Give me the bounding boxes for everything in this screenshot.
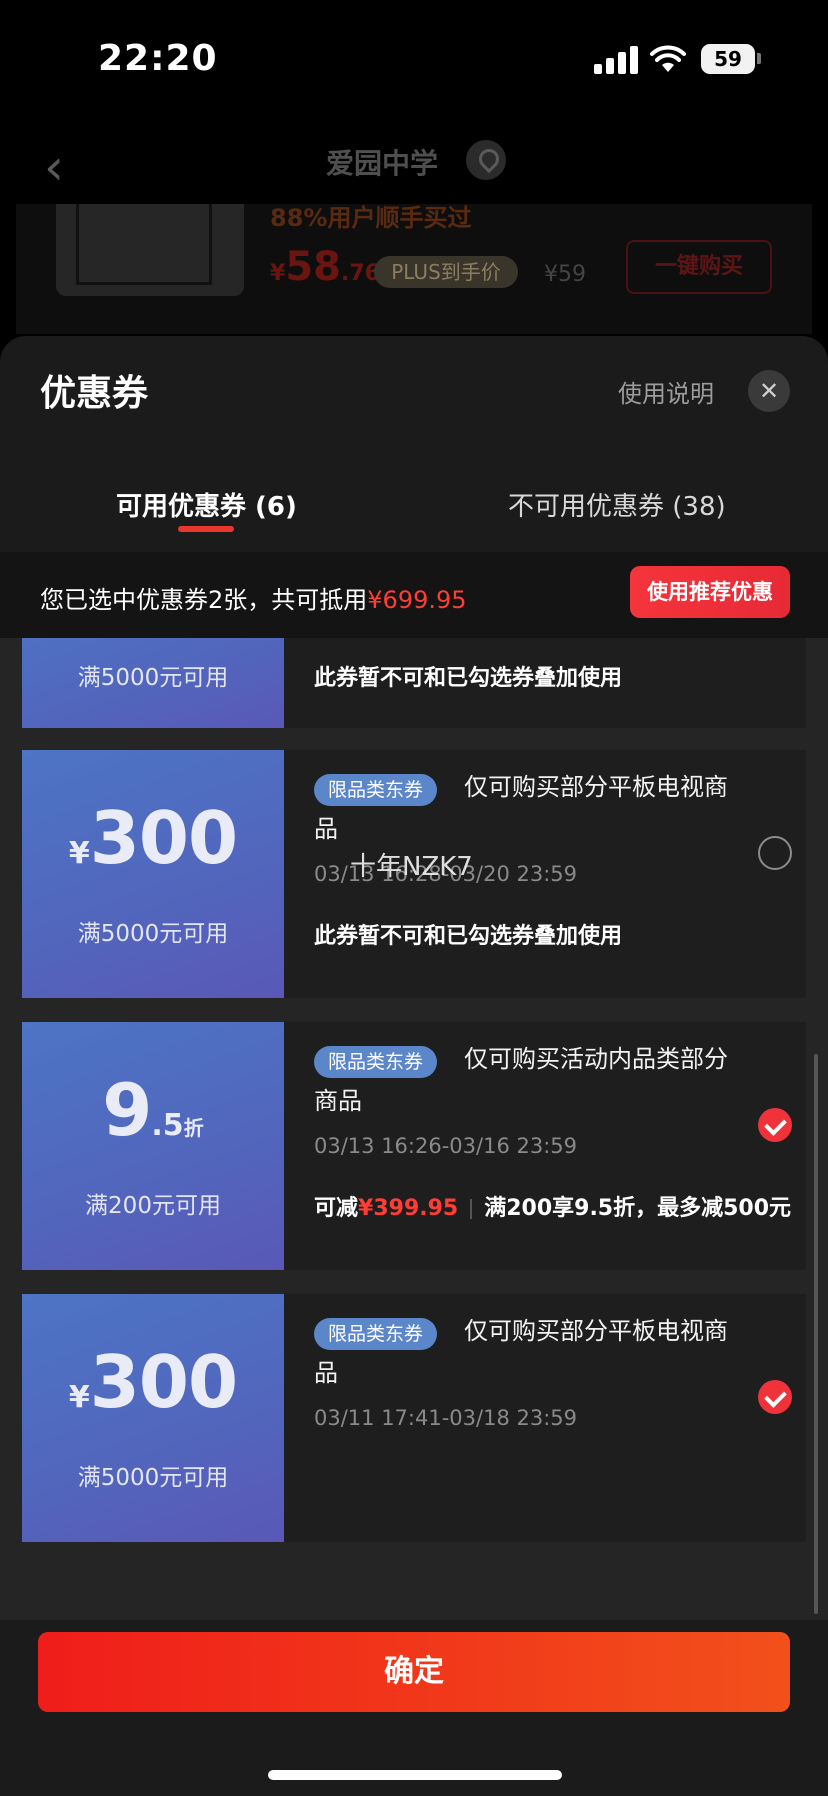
summary-amount: ¥699.95 (367, 586, 467, 614)
tab-unavailable-coupons[interactable]: 不可用优惠券 (38) (508, 486, 726, 523)
one-click-buy-button[interactable]: 一键购买 (626, 240, 772, 294)
coupon-note: 此券暂不可和已勾选券叠加使用 (314, 924, 623, 949)
plus-price-badge: PLUS到手价 (374, 256, 518, 288)
coupon-description: 仅可购买部分平板电视商品 (314, 773, 728, 843)
coupon-list[interactable]: 满5000元可用 此券暂不可和已勾选券叠加使用 ¥300 满5000元可用 限品… (0, 638, 828, 1638)
summary-text: 您已选中优惠券2张，共可抵用¥699.95 (40, 586, 467, 614)
coupon-card[interactable]: ¥300 满5000元可用 限品类东券 仅可购买部分平板电视商品 03/13 1… (22, 750, 806, 998)
coupon-condition: 满5000元可用 (77, 921, 229, 947)
back-arrow-icon[interactable]: ‹ (44, 142, 64, 192)
scrollbar[interactable] (814, 1054, 818, 1614)
page-title: 爱园中学 (326, 147, 439, 180)
product-image (56, 204, 244, 296)
sheet-title: 优惠券 (40, 373, 149, 414)
cellular-signal-icon (594, 46, 638, 74)
coupon-condition: 满5000元可用 (77, 1465, 229, 1491)
original-price: ¥59 (544, 262, 586, 287)
coupon-card[interactable]: ¥300 满5000元可用 限品类东券 仅可购买部分平板电视商品 03/11 1… (22, 1294, 806, 1542)
coupon-amount: 9.5折 (102, 1068, 204, 1152)
coupon-select-checkbox[interactable] (758, 1108, 792, 1142)
coupon-validity: 03/11 17:41-03/18 23:59 (314, 1406, 578, 1430)
coupon-savings: 可减¥399.95 满200享9.5折，最多减500元 (314, 1196, 792, 1221)
bottom-bar: 确定 (0, 1620, 828, 1796)
coupon-value-panel: 满5000元可用 (22, 638, 284, 728)
coupon-condition: 满200元可用 (85, 1193, 221, 1219)
product-slogan: 88%用户顺手买过 (270, 204, 472, 232)
coupon-value-panel: 9.5折 满200元可用 (22, 1022, 284, 1270)
coupon-amount: ¥300 (68, 796, 238, 880)
coupon-select-checkbox[interactable] (758, 1380, 792, 1414)
selection-summary-bar: 您已选中优惠券2张，共可抵用¥699.95 使用推荐优惠 (0, 552, 828, 638)
wifi-icon (650, 45, 686, 72)
coupon-card[interactable]: 9.5折 满200元可用 限品类东券 仅可购买活动内品类部分商品 03/13 1… (22, 1022, 806, 1270)
watermark-text: 十年NZK7 (350, 852, 473, 882)
product-price: ¥58.76 (270, 244, 380, 290)
coupon-description: 仅可购买部分平板电视商品 (314, 1317, 728, 1387)
usage-instructions-link[interactable]: 使用说明 (618, 374, 714, 409)
battery-cap (757, 53, 761, 64)
coupon-value-panel: ¥300 满5000元可用 (22, 750, 284, 998)
confirm-button[interactable]: 确定 (38, 1632, 790, 1712)
coupon-note: 此券暂不可和已勾选券叠加使用 (314, 666, 623, 691)
battery-icon: 59 (701, 44, 755, 74)
coupon-sheet: 优惠券 使用说明 ✕ 可用优惠券 (6) 不可用优惠券 (38) 您已选中优惠券… (0, 336, 828, 1796)
use-recommended-button[interactable]: 使用推荐优惠 (630, 566, 790, 618)
coupon-description: 仅可购买活动内品类部分商品 (314, 1045, 728, 1115)
coupon-value-panel: ¥300 满5000元可用 (22, 1294, 284, 1542)
coupon-card[interactable]: 满5000元可用 此券暂不可和已勾选券叠加使用 (22, 638, 806, 728)
tab-available-coupons[interactable]: 可用优惠券 (6) (116, 486, 297, 523)
home-indicator[interactable] (268, 1770, 562, 1780)
coupon-validity: 03/13 16:26-03/16 23:59 (314, 1134, 578, 1158)
status-bar: 22:20 59 (0, 0, 828, 120)
active-tab-indicator (178, 526, 234, 532)
coupon-amount: ¥300 (68, 1340, 238, 1424)
location-icon[interactable] (466, 140, 506, 180)
coupon-condition: 满5000元可用 (77, 665, 229, 691)
coupon-select-radio[interactable] (758, 836, 792, 870)
close-icon[interactable]: ✕ (748, 370, 790, 412)
status-time: 22:20 (98, 38, 218, 79)
